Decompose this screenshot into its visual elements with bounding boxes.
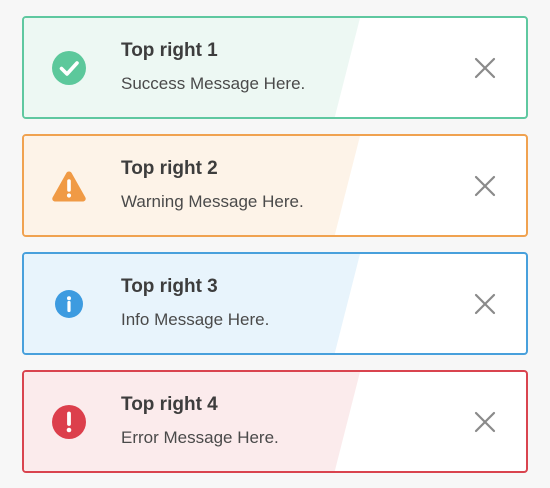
- close-button[interactable]: [472, 409, 498, 435]
- toast-warning: Top right 2 Warning Message Here.: [22, 134, 528, 237]
- close-icon: [474, 175, 496, 196]
- toast-success: Top right 1 Success Message Here.: [22, 16, 528, 119]
- close-icon: [474, 293, 496, 314]
- toast-title: Top right 2: [121, 158, 218, 179]
- toast-message: Warning Message Here.: [121, 192, 304, 211]
- close-button[interactable]: [472, 173, 498, 199]
- close-icon: [474, 57, 496, 78]
- check-circle-icon: [51, 50, 87, 86]
- close-button[interactable]: [472, 291, 498, 317]
- info-circle-icon: [51, 286, 87, 322]
- toast-title: Top right 1: [121, 40, 218, 61]
- toast-message: Error Message Here.: [121, 428, 279, 447]
- error-circle-icon: [51, 404, 87, 440]
- toast-title: Top right 3: [121, 276, 218, 297]
- toast-message: Info Message Here.: [121, 310, 270, 329]
- toast-message: Success Message Here.: [121, 74, 306, 93]
- toast-title: Top right 4: [121, 394, 218, 415]
- close-icon: [474, 411, 496, 432]
- toast-error: Top right 4 Error Message Here.: [22, 370, 528, 473]
- close-button[interactable]: [472, 55, 498, 81]
- toast-info: Top right 3 Info Message Here.: [22, 252, 528, 355]
- warning-triangle-icon: [51, 168, 87, 204]
